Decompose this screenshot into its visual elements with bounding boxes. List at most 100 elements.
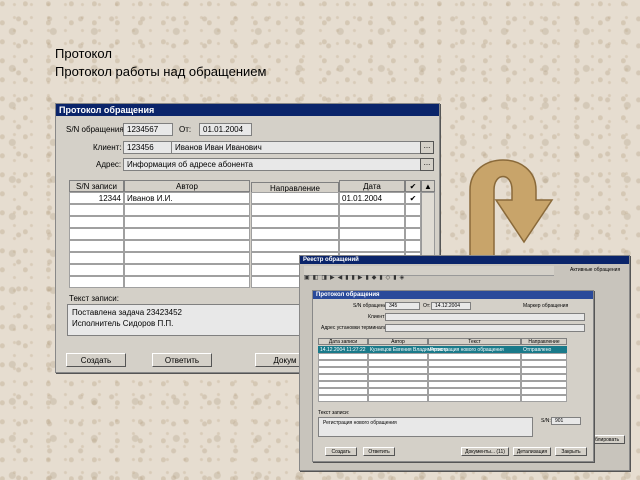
inner-table-cell[interactable] — [521, 353, 567, 360]
inner-table-cell[interactable] — [428, 395, 521, 402]
inner-sn-field[interactable]: 345 — [385, 302, 420, 310]
inner-table-cell[interactable] — [521, 367, 567, 374]
inner-table-cell[interactable] — [428, 367, 521, 374]
row-check-empty[interactable] — [405, 216, 421, 228]
inner-table-cell[interactable] — [368, 388, 428, 395]
inner-from-field[interactable]: 14.12.2004 — [431, 302, 471, 310]
inner-docs-button[interactable]: Документы... (11) — [461, 447, 509, 456]
table-cell[interactable] — [124, 216, 250, 228]
client-name-field[interactable]: Иванов Иван Иванович — [171, 141, 421, 154]
table-cell[interactable] — [251, 228, 339, 240]
create-button[interactable]: Создать — [66, 353, 126, 367]
inner-table-cell[interactable] — [521, 374, 567, 381]
table-cell[interactable] — [339, 204, 405, 216]
reply-button[interactable]: Ответить — [152, 353, 212, 367]
table-cell[interactable] — [124, 252, 250, 264]
inner-reply-button[interactable]: Ответить — [363, 447, 395, 456]
inner-table-cell[interactable] — [428, 381, 521, 388]
col-date[interactable]: Дата — [339, 180, 405, 192]
inner-address-field[interactable] — [385, 324, 585, 332]
table-cell[interactable] — [339, 240, 405, 252]
inner-col-direction[interactable]: Направление — [521, 338, 567, 345]
sn-field[interactable]: 1234567 — [123, 123, 173, 136]
client-id-field[interactable]: 123456 — [123, 141, 172, 154]
table-cell[interactable] — [69, 240, 124, 252]
inner-client-field[interactable] — [385, 313, 585, 321]
table-cell[interactable] — [251, 240, 339, 252]
table-cell[interactable] — [69, 276, 124, 288]
from-date-field[interactable]: 01.01.2004 — [199, 123, 252, 136]
table-cell[interactable] — [69, 228, 124, 240]
inner-table-cell[interactable] — [521, 395, 567, 402]
table-cell[interactable] — [251, 192, 339, 204]
table-cell[interactable] — [69, 204, 124, 216]
inner-table-cell[interactable] — [368, 353, 428, 360]
row-check-empty[interactable] — [405, 228, 421, 240]
inner-sn-small-field[interactable]: 901 — [551, 417, 581, 425]
inner-details-button[interactable]: Детализация — [513, 447, 551, 456]
table-cell[interactable] — [251, 204, 339, 216]
address-label: Адрес: — [96, 160, 122, 169]
inner-table-cell[interactable] — [368, 360, 428, 367]
inner-table-cell[interactable] — [368, 374, 428, 381]
active-checkbox-label[interactable]: Активные обращения — [570, 267, 620, 273]
inner-selected-row[interactable]: 14.12.2004 11:27:22 Кузнецов Евгения Вла… — [318, 346, 567, 353]
address-lookup-button[interactable]: ... — [420, 158, 434, 171]
inner-table-cell[interactable] — [318, 367, 368, 374]
row-check-icon[interactable]: ✔ — [405, 192, 421, 204]
table-cell[interactable]: 01.01.2004 — [339, 192, 405, 204]
table-cell[interactable] — [124, 264, 250, 276]
table-cell[interactable] — [124, 276, 250, 288]
table-cell[interactable] — [124, 204, 250, 216]
table-cell[interactable]: 12344 — [69, 192, 124, 204]
toolbar-icons[interactable]: ▣◧◨▶◀▮▮▶▮◆▮◇▮◈ — [304, 275, 407, 281]
inner-window-title: Протокол обращения — [313, 291, 593, 299]
client-lookup-button[interactable]: ... — [420, 141, 434, 154]
inner-table-cell[interactable] — [368, 367, 428, 374]
inner-col-author[interactable]: Автор — [368, 338, 428, 345]
inner-table-cell[interactable] — [428, 360, 521, 367]
col-sn[interactable]: S/N записи — [69, 180, 124, 192]
inner-table-cell[interactable] — [428, 388, 521, 395]
table-cell[interactable] — [251, 216, 339, 228]
inner-table-cell[interactable] — [318, 374, 368, 381]
registry-title: Реестр обращений — [300, 256, 629, 264]
table-cell[interactable] — [69, 216, 124, 228]
row-check-empty[interactable] — [405, 240, 421, 252]
inner-col-date[interactable]: Дата записи — [318, 338, 368, 345]
inner-address-label: Адрес установки терминала: — [321, 325, 388, 331]
inner-create-button[interactable]: Создать — [325, 447, 357, 456]
table-cell[interactable] — [69, 252, 124, 264]
inner-table-cell[interactable] — [318, 381, 368, 388]
table-cell[interactable] — [339, 216, 405, 228]
scroll-up-icon[interactable]: ▲ — [421, 180, 435, 192]
table-cell[interactable]: Иванов И.И. — [124, 192, 250, 204]
registry-screenshot: Реестр обращений ▣◧◨▶◀▮▮▶▮◆▮◇▮◈ Активные… — [299, 255, 630, 471]
table-cell[interactable] — [69, 264, 124, 276]
inner-table-cell[interactable] — [318, 395, 368, 402]
table-cell[interactable] — [124, 240, 250, 252]
inner-table-cell[interactable] — [318, 388, 368, 395]
inner-table-cell[interactable] — [368, 395, 428, 402]
row-check-empty[interactable] — [405, 204, 421, 216]
curved-arrow-icon — [469, 159, 554, 261]
col-check-icon[interactable]: ✔ — [405, 180, 421, 192]
inner-table-cell[interactable] — [428, 374, 521, 381]
inner-table-cell[interactable] — [521, 388, 567, 395]
inner-table-cell[interactable] — [521, 360, 567, 367]
inner-protocol-window: Протокол обращения S/N обращения: 345 От… — [312, 290, 594, 462]
inner-close-button[interactable]: Закрыть — [555, 447, 587, 456]
inner-table-cell[interactable] — [521, 381, 567, 388]
inner-col-text[interactable]: Текст — [428, 338, 521, 345]
page-heading: Протокол Протокол работы над обращением — [55, 45, 266, 81]
inner-table-cell[interactable] — [318, 353, 368, 360]
inner-marker-label[interactable]: Маркер обращения — [523, 303, 568, 309]
address-field[interactable]: Информация об адресе абонента — [123, 158, 421, 171]
inner-table-cell[interactable] — [368, 381, 428, 388]
inner-note-textarea[interactable]: Регистрация нового обращения — [318, 417, 533, 437]
col-author[interactable]: Автор — [124, 180, 250, 192]
table-cell[interactable] — [339, 228, 405, 240]
inner-table-cell[interactable] — [318, 360, 368, 367]
inner-table-cell[interactable] — [428, 353, 521, 360]
table-cell[interactable] — [124, 228, 250, 240]
